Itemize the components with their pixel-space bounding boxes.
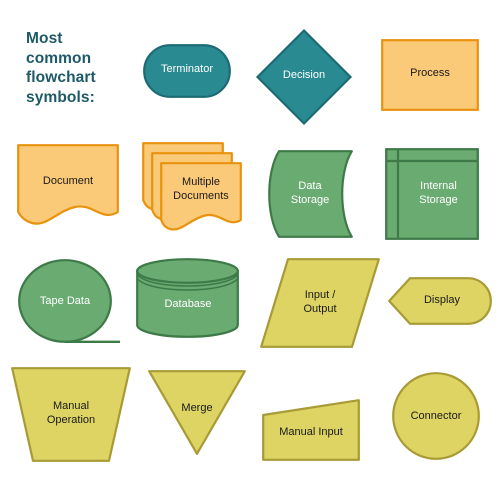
document-front-shape	[160, 162, 242, 231]
symbol-internal-storage: Internal Storage	[385, 148, 479, 240]
tape-data-shape	[18, 259, 112, 343]
symbol-database: Database	[136, 258, 240, 338]
decision-shape	[255, 28, 353, 126]
symbol-decision: Decision	[255, 28, 353, 126]
symbol-terminator: Terminator	[143, 44, 231, 98]
symbol-document: Document	[17, 144, 119, 229]
symbol-manual-input: Manual Input	[262, 399, 360, 461]
process-shape	[381, 39, 479, 111]
page-title: Most common flowchart symbols:	[26, 30, 96, 106]
symbol-input-output: Input / Output	[260, 258, 380, 348]
connector-shape	[392, 372, 480, 460]
symbol-merge: Merge	[148, 370, 246, 455]
symbol-display: Display	[388, 277, 492, 325]
merge-shape	[148, 370, 246, 455]
symbol-manual-operation: Manual Operation	[11, 367, 131, 462]
manual-input-shape	[262, 399, 360, 461]
input-output-shape	[260, 258, 380, 348]
symbol-process: Process	[381, 39, 479, 111]
symbol-multiple-documents: Multiple Documents	[142, 142, 242, 237]
document-shape	[17, 144, 119, 225]
internal-storage-shape	[385, 148, 479, 240]
manual-operation-shape	[11, 367, 131, 462]
symbol-data-storage: Data Storage	[263, 150, 353, 238]
symbol-connector: Connector	[392, 372, 480, 460]
terminator-shape	[143, 44, 231, 98]
database-top-ellipse	[136, 258, 239, 284]
data-storage-shape	[268, 150, 353, 238]
symbol-tape-data: Tape Data	[18, 259, 122, 345]
flowchart-symbols-canvas: Most common flowchart symbols: Terminato…	[0, 0, 500, 500]
display-shape	[388, 277, 492, 325]
